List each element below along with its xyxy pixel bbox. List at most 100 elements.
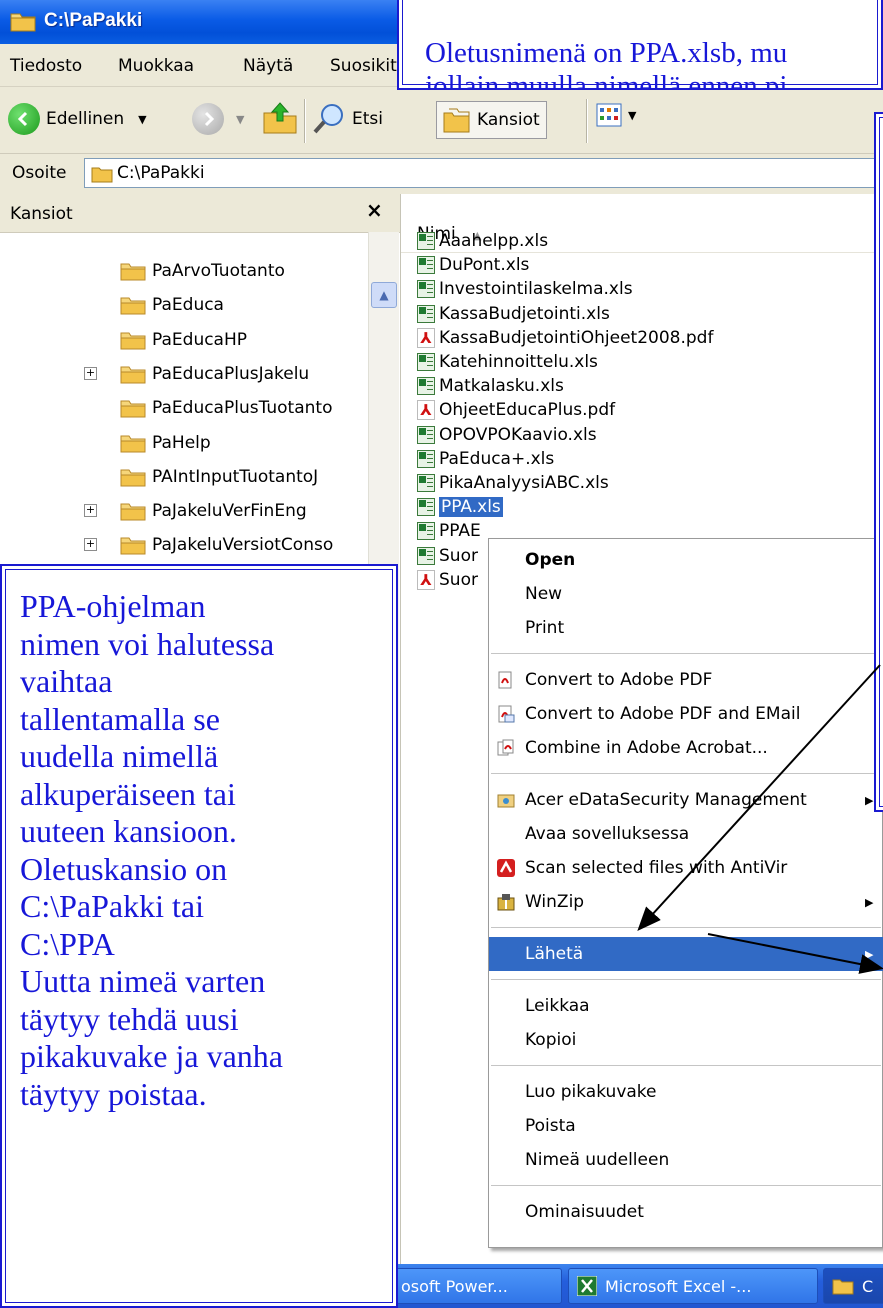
context-menu-item-scan-selected-files-with-antivir[interactable]: Scan selected files with AntiVir — [489, 851, 883, 885]
context-menu-item-print[interactable]: Print — [489, 611, 883, 645]
context-menu-item-nimeä-uudelleen[interactable]: Nimeä uudelleen — [489, 1143, 883, 1177]
taskbar-powerpoint[interactable]: osoft Power... — [392, 1268, 562, 1304]
folder-tree-item[interactable]: + PaEducaPlusJakelu — [84, 357, 310, 391]
context-menu-label: New — [525, 584, 563, 604]
folder-tree-item[interactable]: PAIntInputTuotantoJ — [86, 460, 318, 494]
context-menu-label: Poista — [525, 1116, 576, 1136]
folder-tree-label: PaJakeluVerFinEng — [152, 501, 307, 522]
callout-left-line: uuteen kansioon. — [20, 813, 237, 849]
context-menu-item-ominaisuudet[interactable]: Ominaisuudet — [489, 1195, 883, 1229]
forward-dropdown-icon[interactable]: ▼ — [236, 113, 244, 126]
folder-icon — [120, 263, 146, 281]
file-list-item[interactable]: Katehinnoittelu.xls — [417, 349, 598, 375]
file-name: DuPont.xls — [439, 255, 530, 276]
context-menu-item-winzip[interactable]: WinZip ▶ — [489, 885, 883, 919]
folder-icon — [120, 400, 146, 418]
taskbar-explorer[interactable]: C — [823, 1268, 883, 1304]
context-menu-item-avaa-sovelluksessa[interactable]: Avaa sovelluksessa — [489, 817, 883, 851]
folders-pane-header: Kansiot × — [0, 194, 400, 233]
file-list-item[interactable]: KassaBudjetointi.xls — [417, 301, 610, 327]
folders-icon — [443, 108, 470, 133]
callout-top-partial-line — [425, 4, 881, 37]
taskbar-excel[interactable]: Microsoft Excel -... — [568, 1268, 818, 1304]
callout-top-line-2: jollain muulla nimellä ennen pi — [425, 70, 788, 90]
address-value: C:\PaPakki — [117, 163, 205, 183]
folders-button[interactable]: Kansiot — [436, 101, 547, 139]
folder-tree-item[interactable]: + PaJakeluVersiotConso — [84, 528, 333, 562]
context-menu-item-leikkaa[interactable]: Leikkaa — [489, 989, 883, 1023]
folder-tree-item[interactable]: + PaJakeluVerFinEng — [84, 494, 307, 528]
expand-icon[interactable]: + — [84, 366, 97, 380]
context-menu-item-acer-edatasecurity-management[interactable]: Acer eDataSecurity Management ▶ — [489, 783, 883, 817]
excel-file-icon — [417, 304, 435, 323]
context-menu-item-convert-to-adobe-pdf[interactable]: Convert to Adobe PDF — [489, 663, 883, 697]
views-icon — [596, 103, 622, 127]
menu-view[interactable]: Näytä — [243, 56, 293, 76]
folder-icon — [120, 366, 146, 384]
file-list-item[interactable]: OPOVPOKaavio.xls — [417, 422, 597, 448]
context-menu-item-poista[interactable]: Poista — [489, 1109, 883, 1143]
context-menu-item-combine-in-adobe-acrobat[interactable]: Combine in Adobe Acrobat... — [489, 731, 883, 765]
expand-icon[interactable]: + — [84, 504, 97, 518]
menu-edit[interactable]: Muokkaa — [118, 56, 194, 76]
context-menu-label: Kopioi — [525, 1030, 577, 1050]
folder-tree-label: PAIntInputTuotantoJ — [152, 466, 319, 487]
folder-tree-label: PaEducaPlusJakelu — [152, 363, 310, 384]
forward-button[interactable]: ▼ — [192, 103, 244, 135]
excel-file-icon — [417, 449, 435, 468]
context-menu-item-kopioi[interactable]: Kopioi — [489, 1023, 883, 1057]
address-bar: Osoite C:\PaPakki — [0, 154, 883, 195]
file-list-item[interactable]: Aaahelpp.xls — [417, 228, 548, 254]
menu-separator — [491, 927, 881, 928]
expand-icon[interactable]: + — [84, 538, 97, 552]
context-menu-label: Avaa sovelluksessa — [525, 824, 690, 844]
callout-left-line: uudella nimellä — [20, 738, 219, 774]
folder-tree-item[interactable]: PaEducaPlusTuotanto — [86, 391, 332, 425]
context-menu-label: Nimeä uudelleen — [525, 1150, 670, 1170]
file-name: Suor — [439, 545, 478, 566]
back-button[interactable]: Edellinen ▼ — [8, 103, 147, 135]
toolbar: Edellinen ▼ ▼ Etsi Kansiot ▼ — [0, 87, 883, 154]
context-menu-item-lähetä[interactable]: Lähetä ▶ — [489, 937, 883, 971]
file-list-item[interactable]: Matkalasku.xls — [417, 373, 564, 399]
context-menu-item-open[interactable]: Open — [489, 543, 883, 577]
up-folder-button[interactable] — [262, 101, 298, 135]
file-name: Investointilaskelma.xls — [439, 279, 633, 300]
file-list-item[interactable]: PaEduca+.xls — [417, 446, 554, 472]
views-button[interactable]: ▼ — [596, 103, 636, 127]
file-list-item[interactable]: DuPont.xls — [417, 252, 529, 278]
file-list-item[interactable]: PPAE — [417, 518, 481, 544]
folder-tree-item[interactable]: PaHelp — [86, 426, 211, 460]
file-list-item[interactable]: PPA.xls — [417, 494, 503, 520]
folder-tree-item[interactable]: PaEducaHP — [86, 323, 247, 357]
context-menu-item-luo-pikakuvake[interactable]: Luo pikakuvake — [489, 1075, 883, 1109]
folder-icon — [120, 297, 146, 315]
file-list-item[interactable]: ⅄ OhjeetEducaPlus.pdf — [417, 397, 615, 423]
folder-tree-item[interactable]: PaArvoTuotanto — [86, 254, 285, 288]
menu-favorites[interactable]: Suosikit — [330, 56, 397, 76]
context-menu-item-convert-to-adobe-pdf-and-email[interactable]: Convert to Adobe PDF and EMail — [489, 697, 883, 731]
close-icon[interactable]: × — [366, 198, 383, 222]
search-button[interactable]: Etsi — [312, 103, 383, 135]
excel-file-icon — [417, 546, 435, 565]
context-menu-item-new[interactable]: New — [489, 577, 883, 611]
excel-file-icon — [417, 498, 435, 517]
folder-tree-item[interactable]: PaEduca — [86, 288, 224, 322]
pdf-file-icon: ⅄ — [417, 327, 435, 348]
file-list-item[interactable]: ⅄ Suor — [417, 567, 478, 593]
back-dropdown-icon[interactable]: ▼ — [138, 113, 146, 126]
up-folder-icon — [263, 102, 297, 134]
pdf-file-icon: ⅄ — [417, 400, 435, 421]
search-label: Etsi — [352, 109, 383, 129]
scroll-up-icon[interactable]: ▲ — [371, 282, 397, 308]
menu-file[interactable]: Tiedosto — [10, 56, 82, 76]
folder-icon — [120, 537, 146, 555]
file-list-item[interactable]: Investointilaskelma.xls — [417, 276, 633, 302]
file-list-item[interactable]: PikaAnalyysiABC.xls — [417, 470, 609, 496]
callout-left: PPA-ohjelman nimen voi halutessa vaihtaa… — [0, 564, 398, 1308]
file-list-item[interactable]: Suor — [417, 543, 478, 569]
address-field[interactable]: C:\PaPakki — [84, 158, 883, 188]
file-list-item[interactable]: ⅄ KassaBudjetointiOhjeet2008.pdf — [417, 325, 713, 351]
submenu-arrow-icon: ▶ — [865, 947, 874, 961]
callout-left-line: täytyy poistaa. — [20, 1075, 207, 1112]
